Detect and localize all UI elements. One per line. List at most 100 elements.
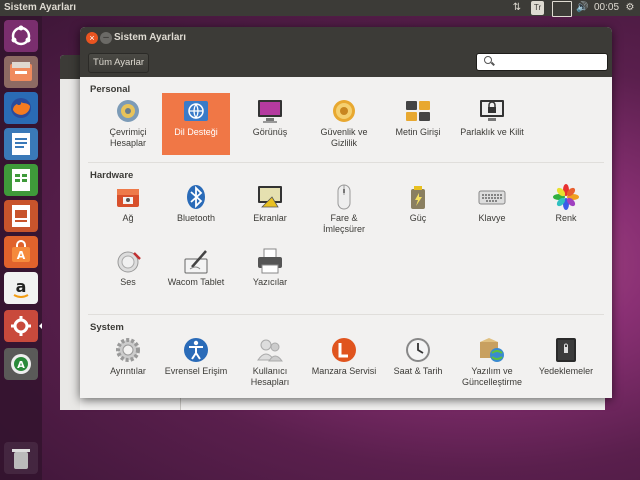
settings-item-security-privacy[interactable]: Güvenlik ve Gizlilik (310, 93, 378, 155)
settings-item-label: Ağ (122, 213, 134, 223)
language-support-icon (184, 101, 208, 121)
amazon-icon[interactable]: a (4, 272, 38, 304)
settings-item-details[interactable]: Ayrıntılar (94, 332, 162, 394)
settings-item-software-updates[interactable]: Yazılım ve Güncelleştirme (458, 332, 526, 394)
keyboard-icon (478, 190, 506, 205)
calc-icon[interactable] (4, 164, 38, 196)
impress-icon[interactable] (4, 200, 38, 232)
search-input[interactable] (476, 53, 608, 71)
software-center-icon[interactable]: A (4, 236, 38, 268)
universal-access-icon (184, 338, 208, 362)
settings-item-label: Yedeklemeler (538, 366, 594, 376)
settings-item-label: Ayrıntılar (110, 366, 146, 376)
security-privacy-icon (333, 100, 355, 122)
settings-item-universal-access[interactable]: Evrensel Erişim (162, 332, 230, 394)
settings-item-label: Evrensel Erişim (164, 366, 228, 376)
settings-item-displays[interactable]: Ekranlar (236, 179, 304, 241)
software-updates-icon (480, 338, 504, 362)
settings-item-wacom-tablet[interactable]: Wacom Tablet (162, 243, 230, 305)
settings-item-color[interactable]: Renk (532, 179, 600, 241)
settings-item-label: Ses (120, 277, 136, 287)
settings-item-mouse-touchpad[interactable]: Fare & İmleçsürer (310, 179, 378, 241)
section-divider (88, 162, 604, 163)
settings-item-brightness-lock[interactable]: Parlaklık ve Kilit (458, 93, 526, 155)
settings-item-label: Klavye (478, 213, 506, 223)
settings-item-sound[interactable]: Ses (94, 243, 162, 305)
settings-item-backups[interactable]: Yedeklemeler (532, 332, 600, 394)
user-accounts-icon (257, 339, 283, 362)
minimize-window-button[interactable]: – (100, 32, 112, 44)
background-sidebar (60, 79, 80, 410)
settings-item-language-support[interactable]: Dil Desteği (162, 93, 230, 155)
window-title: Sistem Ayarları (114, 32, 187, 43)
network-icon (117, 189, 139, 207)
battery-indicator-icon[interactable] (552, 1, 572, 17)
settings-item-label: Dil Desteği (174, 127, 218, 137)
settings-item-label: Saat & Tarih (393, 366, 443, 376)
settings-item-label: Wacom Tablet (167, 277, 225, 287)
mouse-touchpad-icon (337, 184, 351, 210)
settings-item-keyboard[interactable]: Klavye (458, 179, 526, 241)
svg-text:A: A (17, 249, 26, 262)
settings-item-time-date[interactable]: Saat & Tarih (384, 332, 452, 394)
all-settings-button[interactable]: Tüm Ayarlar (88, 53, 150, 73)
power-icon (411, 186, 425, 209)
dash-home-icon[interactable] (4, 20, 38, 52)
settings-item-label: Bluetooth (176, 213, 216, 223)
settings-item-online-accounts[interactable]: Çevrimiçi Hesaplar (94, 93, 162, 155)
settings-item-appearance[interactable]: Görünüş (236, 93, 304, 155)
brightness-lock-icon (480, 100, 504, 121)
settings-item-label: Güç (409, 213, 427, 223)
settings-item-text-entry[interactable]: Metin Girişi (384, 93, 452, 155)
settings-item-label: Manzara Servisi (311, 366, 377, 376)
settings-item-label: Renk (555, 213, 577, 223)
trash-icon[interactable] (4, 442, 38, 474)
volume-indicator-icon[interactable]: 🔊 (576, 1, 588, 15)
color-icon (553, 184, 579, 210)
top-panel: Sistem Ayarları ⇅ Tr 🔊 00:05 ⚙ (0, 0, 640, 17)
svg-text:A: A (17, 360, 25, 371)
settings-item-bluetooth[interactable]: Bluetooth (162, 179, 230, 241)
close-window-button[interactable]: × (86, 32, 98, 44)
software-updater-icon[interactable]: A (4, 348, 38, 380)
settings-item-printers[interactable]: Yazıcılar (236, 243, 304, 305)
keyboard-layout-indicator[interactable]: Tr (531, 1, 544, 15)
settings-item-label: Kullanıcı Hesapları (250, 366, 290, 387)
displays-icon (258, 186, 282, 208)
settings-item-power[interactable]: Güç (384, 179, 452, 241)
settings-item-label: Çevrimiçi Hesaplar (109, 127, 147, 148)
settings-item-label: Görünüş (252, 127, 288, 137)
power-menu-icon[interactable]: ⚙ (624, 1, 636, 15)
clock[interactable]: 00:05 (594, 1, 619, 15)
settings-item-label: Güvenlik ve Gizlilik (320, 127, 368, 148)
files-icon[interactable] (4, 56, 38, 88)
system-settings-window: × – Sistem Ayarları Tüm Ayarlar Personal… (80, 27, 612, 398)
settings-item-label: Metin Girişi (395, 127, 441, 137)
text-entry-icon (406, 101, 430, 121)
section-divider (88, 314, 604, 315)
window-toolbar: Tüm Ayarlar (80, 49, 612, 77)
time-date-icon (406, 338, 430, 362)
settings-item-label: Yazılım ve Güncelleştirme (461, 366, 523, 387)
bluetooth-icon (187, 185, 205, 209)
writer-icon[interactable] (4, 128, 38, 160)
backups-icon (556, 338, 576, 362)
appearance-icon (258, 100, 282, 123)
settings-item-label: Parlaklık ve Kilit (460, 127, 524, 137)
network-indicator-icon[interactable]: ⇅ (510, 1, 524, 15)
settings-item-user-accounts[interactable]: Kullanıcı Hesapları (236, 332, 304, 394)
printers-icon (258, 248, 282, 274)
online-accounts-icon (117, 100, 139, 122)
landscape-service-icon (332, 338, 356, 362)
settings-item-label: Yazıcılar (252, 277, 288, 287)
wacom-tablet-icon (184, 250, 208, 274)
svg-text:a: a (16, 277, 27, 296)
settings-item-network[interactable]: Ağ (94, 179, 162, 241)
search-icon (484, 56, 492, 64)
launcher: A a A (0, 16, 42, 480)
settings-item-landscape-service[interactable]: Manzara Servisi (310, 332, 378, 394)
settings-item-label: Fare & İmleçsürer (322, 213, 365, 234)
system-settings-icon[interactable] (4, 310, 42, 342)
active-app-title: Sistem Ayarları (4, 2, 77, 13)
firefox-icon[interactable] (4, 92, 38, 124)
